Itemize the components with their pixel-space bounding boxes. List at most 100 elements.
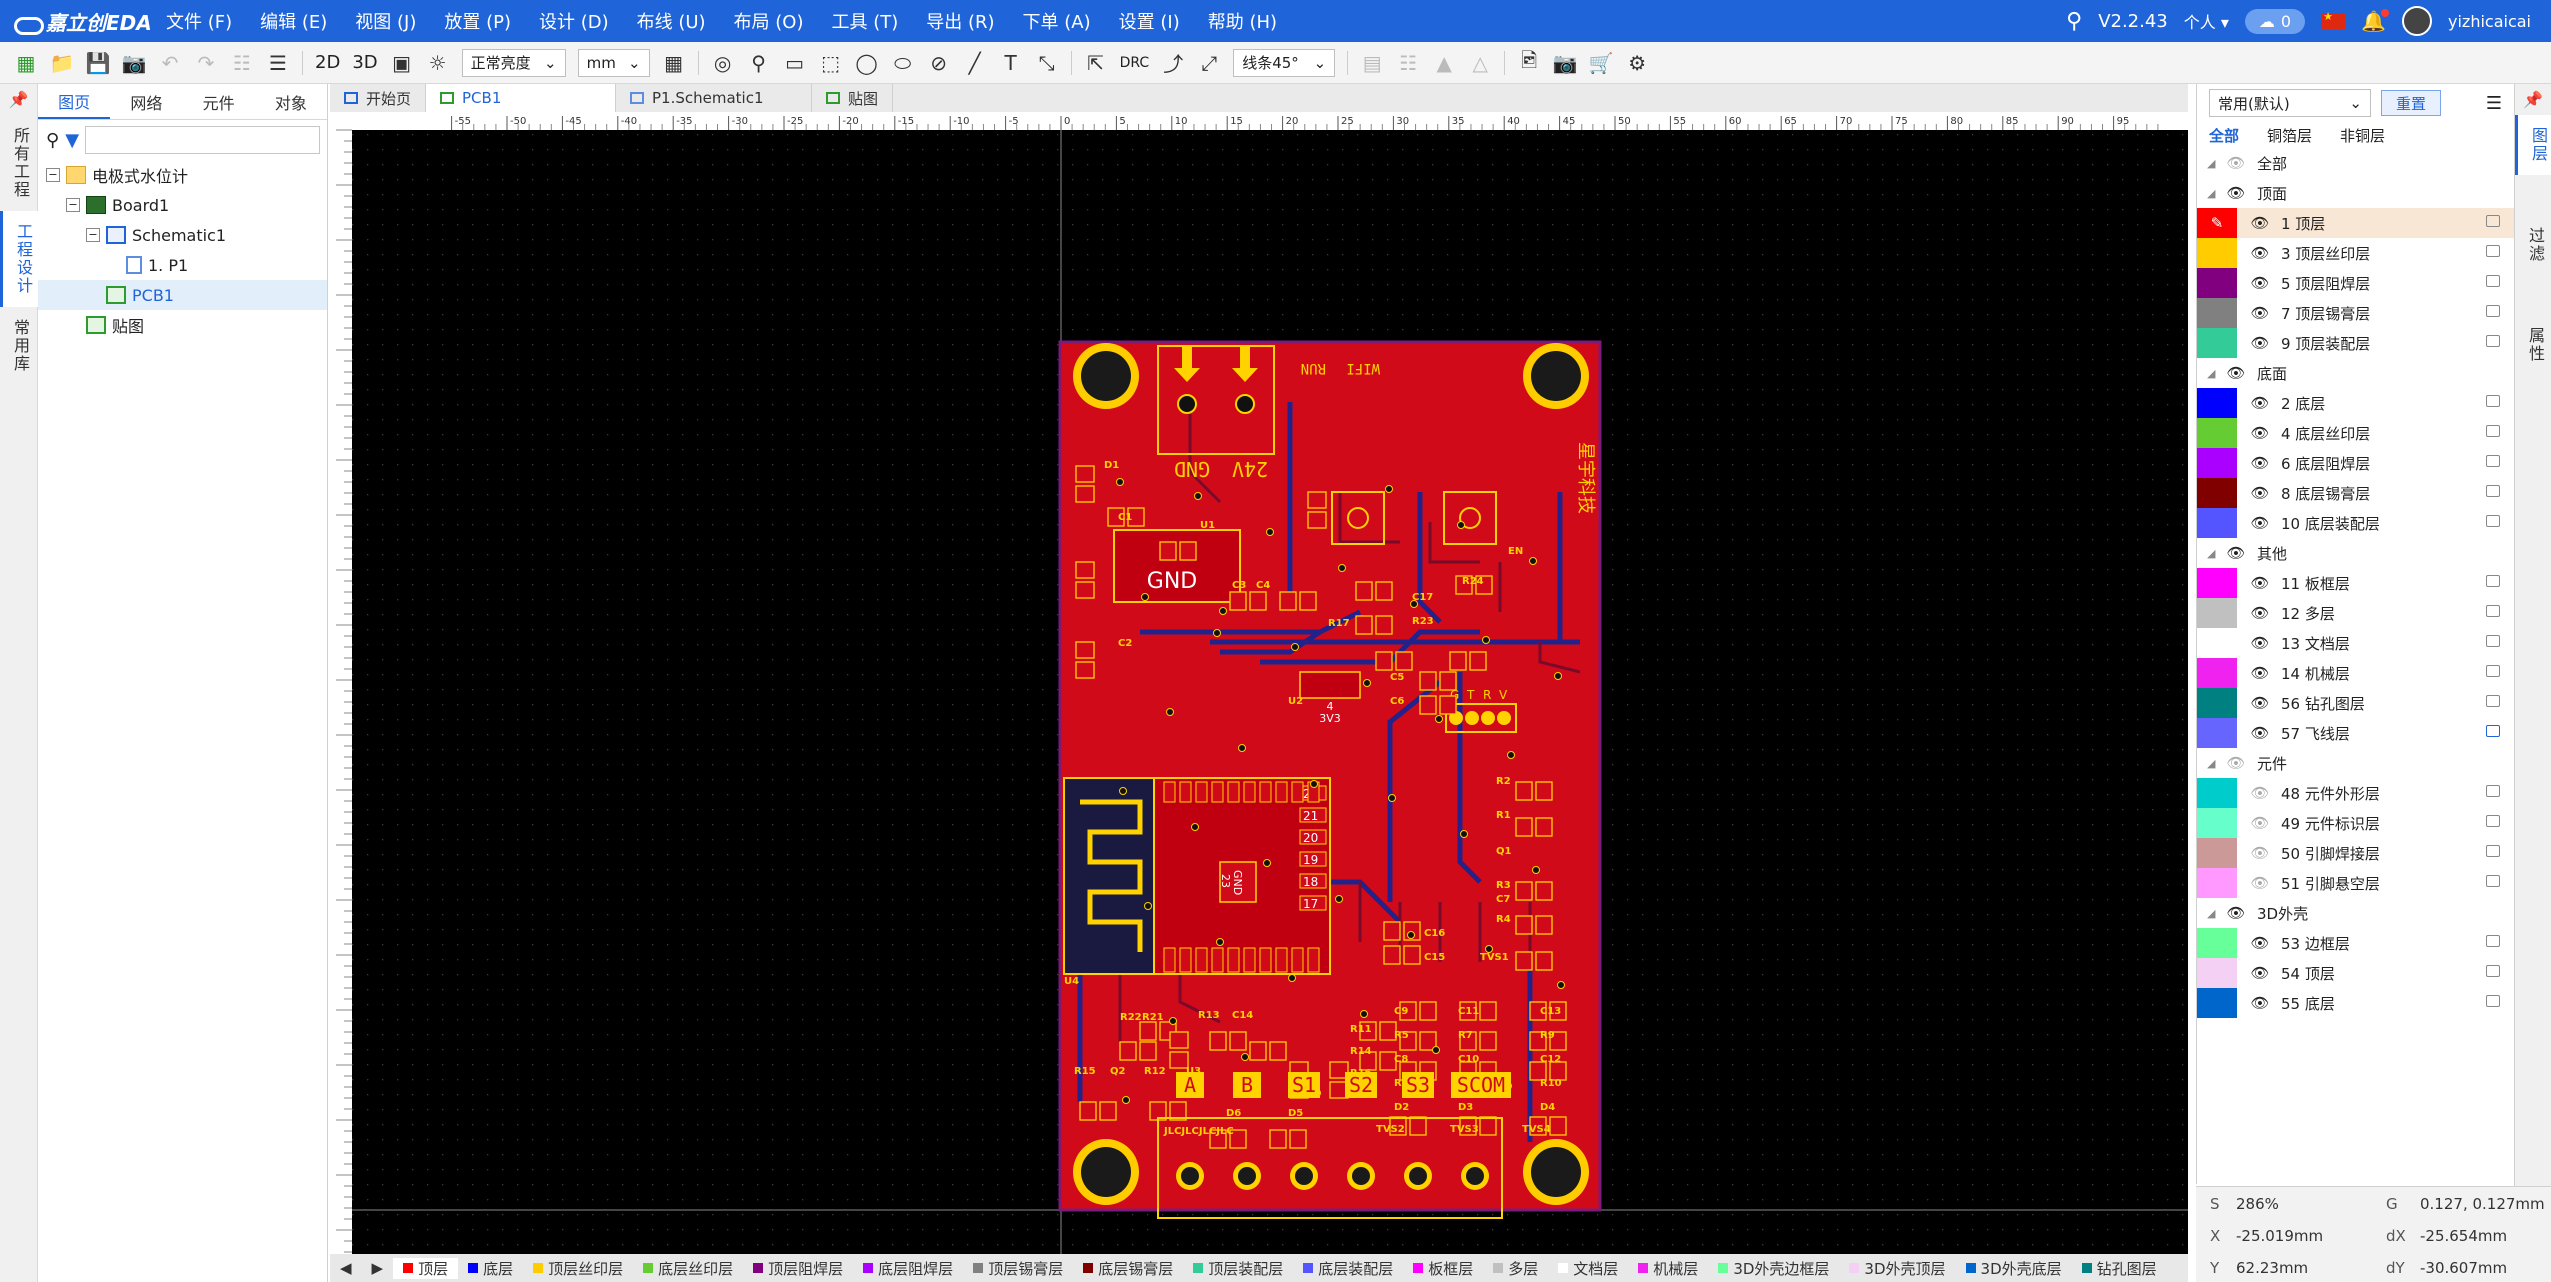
- layer-color-swatch[interactable]: [2197, 568, 2237, 598]
- eye-icon[interactable]: 👁: [2249, 634, 2271, 652]
- unit-select[interactable]: mm ⌄: [577, 48, 650, 77]
- eye-icon[interactable]: 👁: [2249, 934, 2271, 952]
- layer-row[interactable]: 👁 49 元件标识层: [2197, 808, 2514, 838]
- layer-color-swatch[interactable]: [2197, 508, 2237, 538]
- no-entry-icon[interactable]: ⊘: [922, 46, 956, 80]
- undo-icon[interactable]: ↶: [153, 46, 187, 80]
- grid-icon[interactable]: ▦: [657, 46, 691, 80]
- export-image-icon[interactable]: 🖻: [1512, 46, 1546, 80]
- layer-color-swatch[interactable]: ✎: [2197, 208, 2237, 238]
- lock-icon[interactable]: [2486, 425, 2500, 437]
- reset-button[interactable]: 重置: [2381, 90, 2442, 116]
- layer-tab[interactable]: 底层装配层: [1293, 1258, 1403, 1279]
- eye-icon[interactable]: 👁: [2249, 214, 2271, 232]
- menu-item-10[interactable]: 设置 (I): [1105, 8, 1194, 34]
- layer-tab[interactable]: 3D外壳底层: [1956, 1258, 2072, 1279]
- cloud-sync-button[interactable]: ☁ 0: [2244, 8, 2306, 34]
- layer-tab[interactable]: 板框层: [1403, 1258, 1483, 1279]
- menu-item-2[interactable]: 视图 (J): [341, 8, 430, 34]
- layer-tab[interactable]: 底层锡膏层: [1073, 1258, 1183, 1279]
- eye-icon[interactable]: 👁: [2249, 424, 2271, 442]
- lock-icon[interactable]: [2486, 575, 2500, 587]
- lock-icon[interactable]: [2486, 695, 2500, 707]
- tree-item[interactable]: 贴图: [38, 310, 327, 340]
- text-tool-icon[interactable]: T: [994, 46, 1028, 80]
- tree-item[interactable]: 1. P1: [38, 250, 327, 280]
- menu-item-9[interactable]: 下单 (A): [1009, 8, 1105, 34]
- layer-row[interactable]: 👁 51 引脚悬空层: [2197, 868, 2514, 898]
- layer-row[interactable]: 👁 14 机械层: [2197, 658, 2514, 688]
- layer-tab[interactable]: 多层: [1483, 1258, 1548, 1279]
- lock-icon[interactable]: [2486, 965, 2500, 977]
- tab-components[interactable]: 元件: [183, 84, 255, 119]
- layer-tab[interactable]: 钻孔图层: [2072, 1258, 2167, 1279]
- eye-icon[interactable]: 👁: [2225, 904, 2247, 922]
- menu-item-5[interactable]: 布线 (U): [623, 8, 720, 34]
- settings-gear-icon[interactable]: ⚙: [1620, 46, 1654, 80]
- pcb-canvas[interactable]: -55 -50 -45 -40 -35 -30 -25 -20 -15 -10 -5 0 5 10 15 20…: [330, 112, 2188, 1254]
- pin-icon[interactable]: ⚲: [742, 46, 776, 80]
- collapse-arrow-icon[interactable]: ◢: [2207, 157, 2221, 170]
- workspace-selector[interactable]: 个人 ▾: [2184, 9, 2229, 33]
- eye-icon[interactable]: 👁: [2249, 244, 2271, 262]
- layer-row[interactable]: 👁 48 元件外形层: [2197, 778, 2514, 808]
- tab-objects[interactable]: 对象: [255, 84, 327, 119]
- tab-nets[interactable]: 网络: [110, 84, 182, 119]
- filter-all[interactable]: 全部: [2209, 125, 2239, 146]
- layer-color-swatch[interactable]: [2197, 688, 2237, 718]
- layer-tab[interactable]: 底层: [458, 1258, 523, 1279]
- tree-item[interactable]: − 电极式水位计: [38, 160, 327, 190]
- layer-group[interactable]: ◢ 👁 元件: [2197, 748, 2514, 778]
- collapse-arrow-icon[interactable]: ◢: [2207, 757, 2221, 770]
- brightness-icon[interactable]: ☼: [421, 46, 455, 80]
- eye-icon[interactable]: 👁: [2249, 964, 2271, 982]
- doc-tab-pcb1[interactable]: PCB1: [426, 84, 617, 112]
- lock-icon[interactable]: [2486, 665, 2500, 677]
- notification-bell-icon[interactable]: 🔔: [2361, 9, 2389, 33]
- camera-icon[interactable]: 📷: [1548, 46, 1582, 80]
- layer-color-swatch[interactable]: [2197, 628, 2237, 658]
- layer-group[interactable]: ◢ 👁 其他: [2197, 538, 2514, 568]
- eye-icon[interactable]: 👁: [2249, 574, 2271, 592]
- pin-icon[interactable]: 📌: [2515, 84, 2551, 115]
- filter-copper[interactable]: 铜箔层: [2267, 125, 2312, 146]
- layer-color-swatch[interactable]: [2197, 988, 2237, 1018]
- eye-icon[interactable]: 👁: [2225, 754, 2247, 772]
- tree-item[interactable]: − Board1: [38, 190, 327, 220]
- flip-vertical-icon[interactable]: △: [1463, 46, 1497, 80]
- find-icon[interactable]: ☰: [261, 46, 295, 80]
- vtab-project-design[interactable]: 工程设计: [0, 211, 43, 307]
- new-project-icon[interactable]: ▦: [9, 46, 43, 80]
- layer-tab[interactable]: 顶层装配层: [1183, 1258, 1293, 1279]
- collapse-arrow-icon[interactable]: ◢: [2207, 547, 2221, 560]
- eye-icon[interactable]: 👁: [2249, 784, 2271, 802]
- route-icon[interactable]: ⤴: [1156, 46, 1190, 80]
- eye-icon[interactable]: 👁: [2249, 994, 2271, 1012]
- view-2d-button[interactable]: 2D: [309, 52, 346, 73]
- layer-row[interactable]: 👁 54 顶层: [2197, 958, 2514, 988]
- layer-color-swatch[interactable]: [2197, 268, 2237, 298]
- layer-group[interactable]: ◢ 👁 3D外壳: [2197, 898, 2514, 928]
- brightness-select[interactable]: 正常亮度 ⌄: [461, 48, 566, 77]
- layer-row[interactable]: 👁 10 底层装配层: [2197, 508, 2514, 538]
- lock-icon[interactable]: [2486, 455, 2500, 467]
- lock-icon[interactable]: [2486, 395, 2500, 407]
- vtab-filter[interactable]: 过滤: [2515, 215, 2551, 275]
- collapse-arrow-icon[interactable]: ◢: [2207, 187, 2221, 200]
- align-left-icon[interactable]: ▤: [1355, 46, 1389, 80]
- next-layer-icon[interactable]: ▶: [362, 1259, 394, 1277]
- save-icon[interactable]: 💾: [81, 46, 115, 80]
- distribute-icon[interactable]: ☷: [1391, 46, 1425, 80]
- eye-icon[interactable]: 👁: [2249, 844, 2271, 862]
- eye-icon[interactable]: 👁: [2249, 334, 2271, 352]
- layer-settings-icon[interactable]: ☰: [2486, 93, 2502, 114]
- layer-row[interactable]: 👁 53 边框层: [2197, 928, 2514, 958]
- menu-item-3[interactable]: 放置 (P): [430, 8, 525, 34]
- lock-icon[interactable]: [2486, 245, 2500, 257]
- search-input[interactable]: [85, 126, 321, 154]
- layer-color-swatch[interactable]: [2197, 928, 2237, 958]
- prev-layer-icon[interactable]: ◀: [330, 1259, 362, 1277]
- lock-icon[interactable]: [2486, 605, 2500, 617]
- layer-row[interactable]: 👁 13 文档层: [2197, 628, 2514, 658]
- redo-icon[interactable]: ↷: [189, 46, 223, 80]
